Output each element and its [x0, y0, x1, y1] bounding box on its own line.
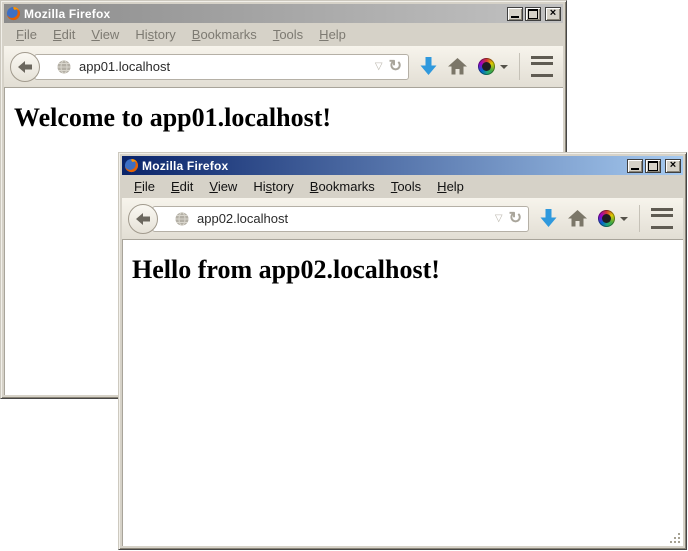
- maximize-button[interactable]: [645, 159, 661, 173]
- maximize-icon: [528, 9, 538, 19]
- chevron-down-icon: [620, 217, 628, 225]
- window-title: Mozilla Firefox: [24, 7, 504, 21]
- firefox-icon[interactable]: [6, 6, 21, 21]
- maximize-icon: [648, 161, 658, 171]
- back-button[interactable]: [10, 52, 40, 82]
- url-input[interactable]: [195, 210, 489, 227]
- firefox-icon[interactable]: [124, 158, 139, 173]
- menu-tools[interactable]: Tools: [383, 177, 429, 196]
- page-heading: Welcome to app01.localhost!: [14, 103, 563, 133]
- globe-site-icon[interactable]: [175, 212, 189, 226]
- menu-button[interactable]: [531, 56, 553, 77]
- menu-file[interactable]: File: [8, 25, 45, 44]
- menu-tools[interactable]: Tools: [265, 25, 311, 44]
- minimize-icon: [511, 16, 519, 18]
- home-button[interactable]: [448, 58, 467, 75]
- menu-help[interactable]: Help: [311, 25, 354, 44]
- home-icon: [448, 58, 467, 75]
- url-bar[interactable]: ▽ ↻: [152, 206, 529, 232]
- close-button[interactable]: ×: [665, 159, 681, 173]
- menu-file[interactable]: File: [126, 177, 163, 196]
- menu-edit[interactable]: Edit: [163, 177, 201, 196]
- menu-help[interactable]: Help: [429, 177, 472, 196]
- menu-bookmarks[interactable]: Bookmarks: [302, 177, 383, 196]
- urlbar-dropdown-icon[interactable]: ▽: [495, 214, 503, 224]
- maximize-button[interactable]: [525, 7, 541, 21]
- minimize-icon: [631, 168, 639, 170]
- menu-history[interactable]: History: [245, 177, 301, 196]
- page-heading: Hello from app02.localhost!: [132, 255, 683, 285]
- downloads-button[interactable]: [420, 57, 437, 76]
- download-arrow-icon: [420, 57, 437, 76]
- menu-bookmarks[interactable]: Bookmarks: [184, 25, 265, 44]
- menubar: File Edit View History Bookmarks Tools H…: [4, 23, 563, 46]
- close-button[interactable]: ×: [545, 7, 561, 21]
- browser-window-app02: Mozilla Firefox × File Edit View History…: [118, 152, 687, 550]
- toolbar-separator: [519, 53, 520, 80]
- titlebar[interactable]: Mozilla Firefox ×: [4, 4, 563, 23]
- minimize-button[interactable]: [627, 159, 643, 173]
- reload-button[interactable]: ↻: [389, 59, 402, 75]
- navigation-toolbar: ▽ ↻: [122, 198, 683, 240]
- navigation-toolbar: ▽ ↻: [4, 46, 563, 88]
- urlbar-dropdown-icon[interactable]: ▽: [375, 62, 383, 72]
- back-arrow-icon: [136, 213, 150, 225]
- minimize-button[interactable]: [507, 7, 523, 21]
- color-wheel-icon: [598, 210, 615, 227]
- home-icon: [568, 210, 587, 227]
- titlebar[interactable]: Mozilla Firefox ×: [122, 156, 683, 175]
- toolbar-separator: [639, 205, 640, 232]
- reload-button[interactable]: ↻: [509, 211, 522, 227]
- search-engine-button[interactable]: [478, 58, 508, 75]
- back-button[interactable]: [128, 204, 158, 234]
- page-content: Hello from app02.localhost!: [122, 240, 683, 546]
- back-arrow-icon: [18, 61, 32, 73]
- menubar: File Edit View History Bookmarks Tools H…: [122, 175, 683, 198]
- search-engine-button[interactable]: [598, 210, 628, 227]
- menu-edit[interactable]: Edit: [45, 25, 83, 44]
- window-title: Mozilla Firefox: [142, 159, 624, 173]
- downloads-button[interactable]: [540, 209, 557, 228]
- menu-button[interactable]: [651, 208, 673, 229]
- menu-view[interactable]: View: [201, 177, 245, 196]
- window-controls: ×: [507, 7, 561, 21]
- chevron-down-icon: [500, 65, 508, 73]
- home-button[interactable]: [568, 210, 587, 227]
- url-bar[interactable]: ▽ ↻: [34, 54, 409, 80]
- url-input[interactable]: [77, 58, 369, 75]
- color-wheel-icon: [478, 58, 495, 75]
- resize-grip[interactable]: [669, 532, 683, 546]
- window-controls: ×: [627, 159, 681, 173]
- download-arrow-icon: [540, 209, 557, 228]
- globe-site-icon[interactable]: [57, 60, 71, 74]
- menu-view[interactable]: View: [83, 25, 127, 44]
- menu-history[interactable]: History: [127, 25, 183, 44]
